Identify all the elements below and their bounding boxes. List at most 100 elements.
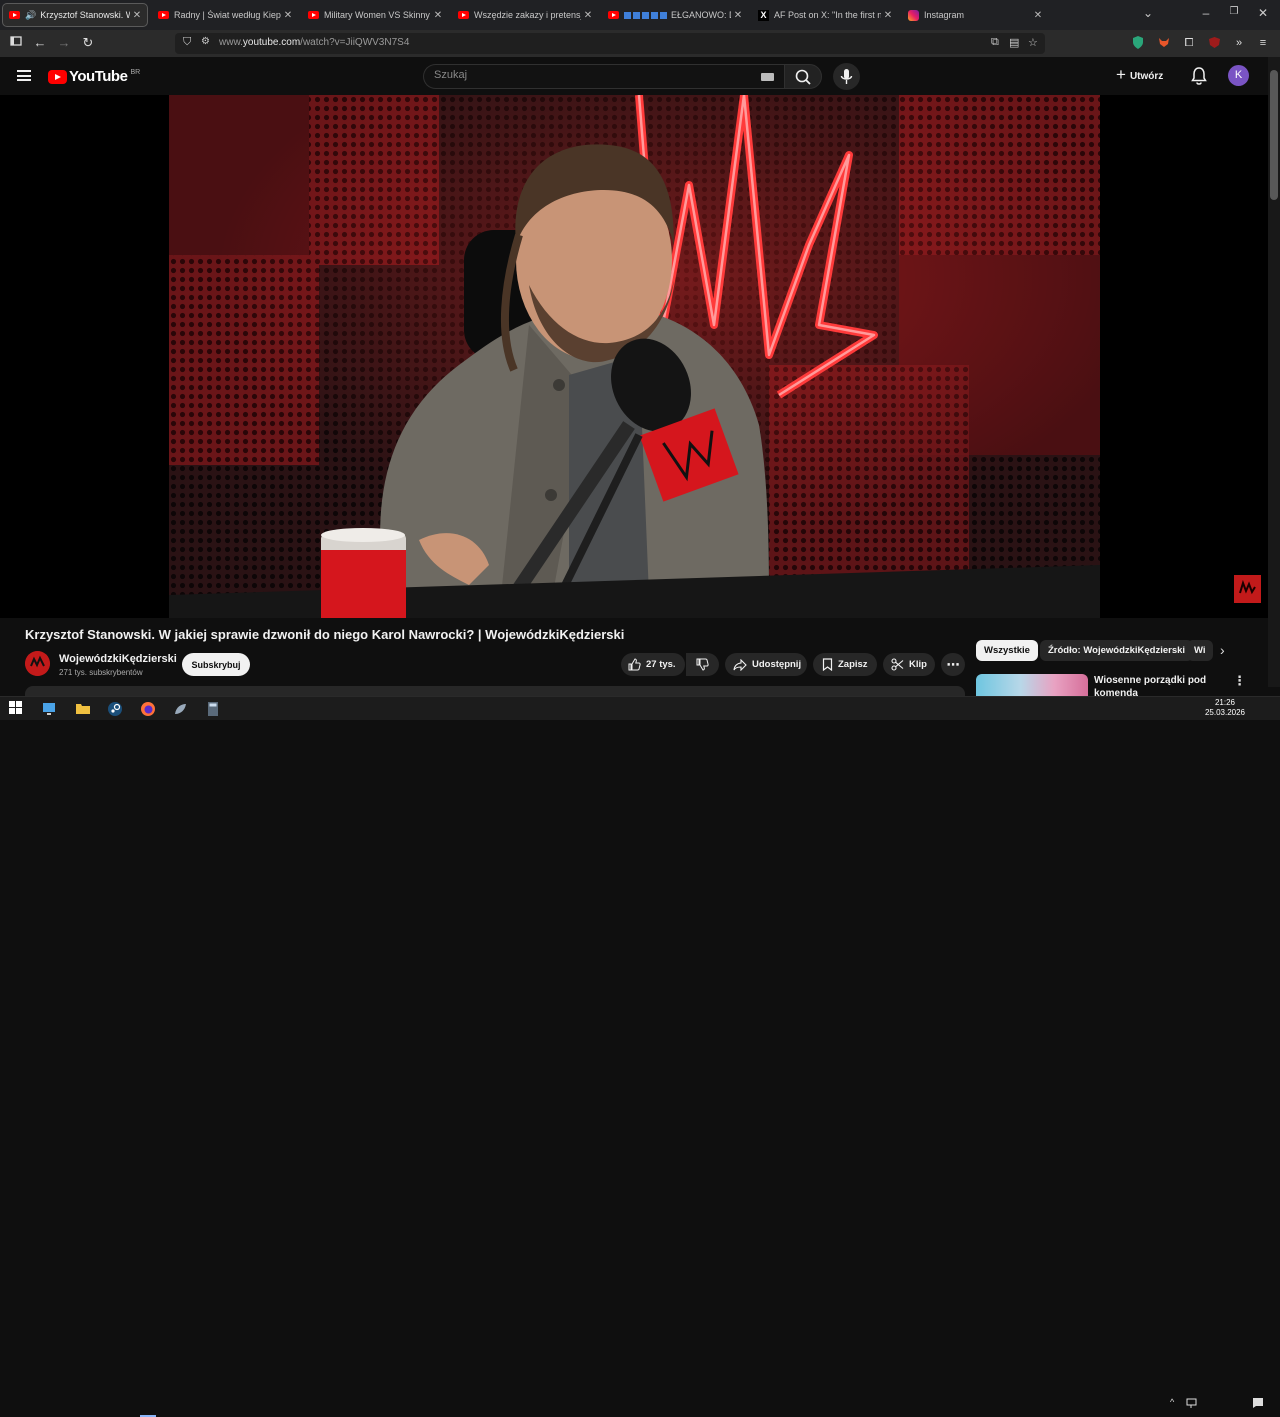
notifications-bell-icon[interactable]	[1190, 66, 1208, 86]
speaker-icon[interactable]: 🔊	[25, 10, 36, 21]
network-icon[interactable]	[1186, 1396, 1198, 1414]
recommended-video-thumbnail[interactable]	[976, 674, 1088, 696]
computer-icon[interactable]	[41, 701, 57, 717]
more-options-icon[interactable]: ⋮	[1233, 673, 1246, 689]
more-actions-icon[interactable]: ⋯	[941, 653, 965, 676]
restore-icon[interactable]: ❐	[1224, 6, 1244, 17]
reader-view-icon[interactable]: ▤	[1009, 36, 1019, 49]
tab-title: Krzysztof Stanowski. W jaki	[40, 10, 130, 20]
account-avatar[interactable]: K	[1228, 65, 1249, 86]
file-explorer-icon[interactable]	[75, 701, 91, 717]
tab-title: EŁGANOWO: D	[671, 10, 731, 20]
shield-icon[interactable]: ⛉	[183, 36, 191, 49]
browser-tab-strip: 🔊 Krzysztof Stanowski. W jaki ✕ Radny | …	[0, 0, 1280, 30]
tab-youtube[interactable]: Military Women VS Skinny Joes ✕	[302, 3, 448, 27]
hamburger-menu-icon[interactable]	[17, 70, 31, 81]
notification-center-icon[interactable]	[1252, 1396, 1264, 1414]
clip-button[interactable]: Klip	[883, 653, 935, 676]
chip-all[interactable]: Wszystkie	[976, 640, 1038, 661]
tab-youtube[interactable]: Radny | Świat według Kiepskich ✕	[152, 3, 298, 27]
close-window-icon[interactable]: ✕	[1253, 6, 1273, 20]
close-tab-icon[interactable]: ✕	[281, 10, 295, 21]
taskbar-clock-date[interactable]: 25.03.2026	[1202, 708, 1248, 717]
dislike-button[interactable]	[686, 653, 719, 676]
tab-x[interactable]: X AF Post on X: "In the first nine n ✕	[752, 3, 898, 27]
scissors-icon	[891, 658, 904, 671]
minimize-icon[interactable]: –	[1196, 6, 1216, 20]
chip-source-channel[interactable]: Źródło: WojewódzkiKędzierski	[1040, 640, 1194, 661]
tray-overflow-icon[interactable]: ^	[1170, 1397, 1174, 1407]
like-count: 27 tys.	[646, 659, 676, 670]
x-icon: X	[758, 9, 769, 21]
recommended-video-title[interactable]: Wiosenne porządki pod komendą	[1094, 674, 1224, 696]
channel-avatar[interactable]	[25, 651, 50, 676]
bookmark-star-icon[interactable]: ☆	[1028, 36, 1038, 49]
search-input[interactable]	[434, 69, 734, 81]
voice-search-button[interactable]	[833, 63, 860, 90]
video-frame[interactable]	[169, 95, 1100, 618]
calculator-icon[interactable]	[205, 701, 221, 717]
chevron-right-icon[interactable]: ›	[1220, 642, 1225, 658]
close-tab-icon[interactable]: ✕	[731, 10, 745, 21]
browser-toolbar: ← → ↻ ⛉ ⚙ www.youtube.com/watch?v=JiiQWV…	[0, 30, 1280, 69]
youtube-icon	[9, 11, 20, 19]
description-box[interactable]	[25, 686, 965, 696]
channel-name[interactable]: WojewódzkiKędzierski	[59, 653, 177, 665]
share-button[interactable]: Udostępnij	[725, 653, 807, 676]
create-button[interactable]: + Utwórz	[1116, 65, 1164, 86]
page-settings-icon[interactable]: ⚙	[201, 36, 210, 47]
overflow-chevrons-icon[interactable]: »	[1232, 36, 1246, 50]
bookmark-icon	[822, 658, 833, 671]
sidebar-toggle-icon[interactable]	[7, 34, 25, 52]
reload-icon[interactable]: ↻	[79, 34, 97, 52]
close-tab-icon[interactable]: ✕	[130, 10, 144, 21]
youtube-wordmark: YouTube	[69, 68, 128, 85]
ublock-icon[interactable]	[1207, 36, 1221, 50]
search-button[interactable]	[784, 64, 822, 89]
youtube-icon	[608, 11, 619, 19]
taskbar-clock-time[interactable]: 21:26	[1208, 698, 1242, 707]
fox-extension-icon[interactable]	[1157, 36, 1171, 50]
steam-icon[interactable]	[107, 701, 123, 717]
windows-start-icon[interactable]	[9, 701, 25, 717]
close-tab-icon[interactable]: ✕	[1031, 10, 1045, 21]
shield-extension-icon[interactable]	[1131, 36, 1145, 50]
country-code: BR	[130, 69, 141, 76]
channel-watermark-logo[interactable]	[1234, 575, 1261, 603]
clip-label: Klip	[909, 659, 927, 670]
tab-instagram[interactable]: Instagram ✕	[902, 3, 1048, 27]
create-label: Utwórz	[1129, 70, 1164, 82]
tab-list-chevron-icon[interactable]: ⌄	[1138, 6, 1158, 20]
windows-taskbar: ^	[0, 696, 1280, 1417]
youtube-icon	[458, 11, 469, 19]
close-tab-icon[interactable]: ✕	[431, 10, 445, 21]
forward-icon[interactable]: →	[55, 34, 73, 52]
keyboard-icon[interactable]	[761, 73, 774, 81]
puzzle-icon[interactable]: ⧠	[1182, 36, 1196, 50]
emoji-icons	[624, 11, 667, 19]
close-tab-icon[interactable]: ✕	[881, 10, 895, 21]
youtube-logo[interactable]: YouTube BR	[48, 68, 140, 85]
video-title: Krzysztof Stanowski. W jakiej sprawie dz…	[25, 627, 625, 642]
tab-youtube-active[interactable]: 🔊 Krzysztof Stanowski. W jaki ✕	[2, 3, 148, 27]
tab-youtube[interactable]: Wszędzie zakazy i pretensje! Lu ✕	[452, 3, 598, 27]
save-label: Zapisz	[838, 659, 868, 670]
subscribe-button[interactable]: Subskrybuj	[182, 653, 250, 676]
picture-in-picture-icon[interactable]: ⧉	[991, 36, 999, 49]
back-icon[interactable]: ←	[31, 34, 49, 52]
firefox-icon[interactable]	[140, 701, 156, 717]
tab-title: Wszędzie zakazy i pretensje! Lu	[474, 10, 581, 20]
plus-icon: +	[1116, 65, 1126, 84]
menu-icon[interactable]: ≡	[1256, 36, 1270, 50]
close-tab-icon[interactable]: ✕	[581, 10, 595, 21]
url-text[interactable]: www.youtube.com/watch?v=JiiQWV3N7S4	[219, 37, 409, 48]
tab-youtube[interactable]: EŁGANOWO: D ✕	[602, 3, 748, 27]
address-bar[interactable]: ⛉ ⚙ www.youtube.com/watch?v=JiiQWV3N7S4 …	[175, 33, 1045, 54]
scrollbar-thumb[interactable]	[1270, 70, 1278, 200]
like-button[interactable]: 27 tys.	[621, 653, 685, 676]
app-icon[interactable]	[172, 701, 188, 717]
save-button[interactable]: Zapisz	[813, 653, 877, 676]
instagram-icon	[908, 9, 919, 21]
search-box[interactable]	[423, 64, 784, 89]
chip-more[interactable]: Wi	[1187, 640, 1213, 661]
